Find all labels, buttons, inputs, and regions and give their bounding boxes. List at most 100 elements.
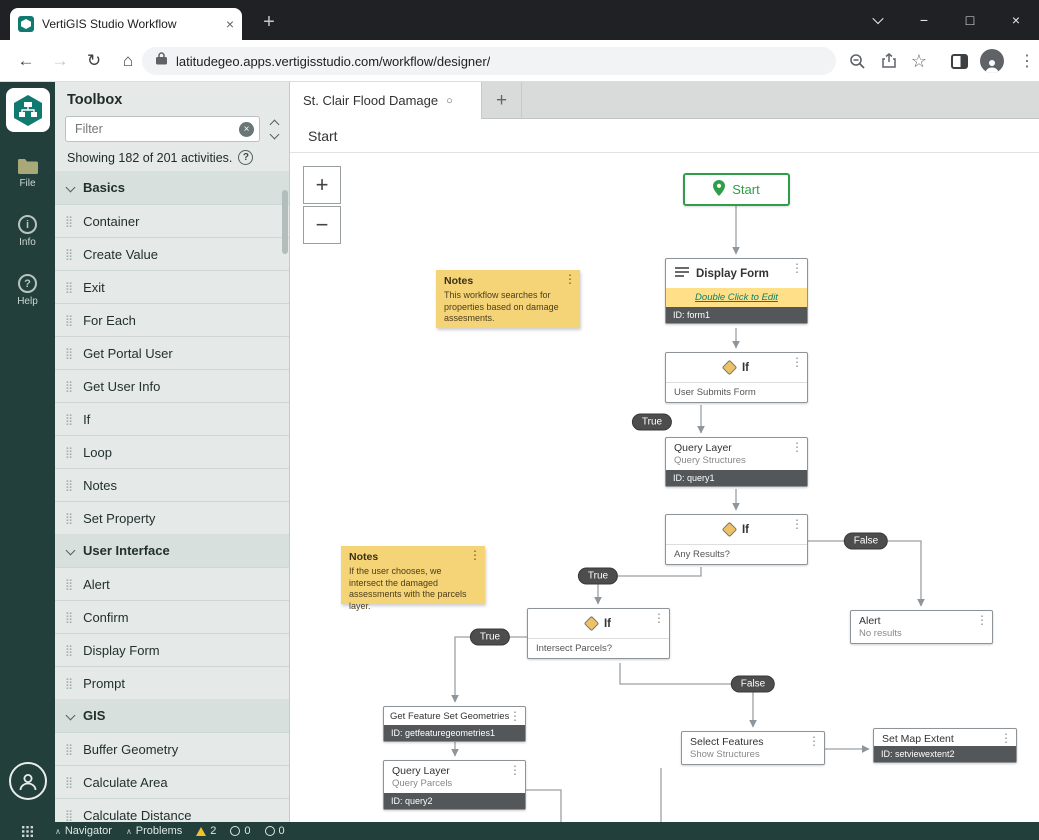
clear-filter-icon[interactable]: × bbox=[239, 122, 254, 137]
node-select-features[interactable]: Select Features⋮ Show Structures bbox=[681, 731, 825, 765]
node-display-form[interactable]: Display Form ⋮ Double Click to Edit ID: … bbox=[665, 258, 808, 324]
node-query-structures[interactable]: Query Layer⋮ Query Structures ID: query1 bbox=[665, 437, 808, 487]
toolbox-item-create-value[interactable]: ⣿Create Value bbox=[55, 237, 289, 270]
edge-label-true: True bbox=[578, 568, 618, 585]
node-menu-kebab-icon[interactable]: ⋮ bbox=[791, 355, 803, 369]
node-if-intersect-parcels[interactable]: If ⋮ Intersect Parcels? bbox=[527, 608, 670, 659]
breadcrumb[interactable]: Start bbox=[290, 119, 1039, 153]
forward-button[interactable]: → bbox=[48, 49, 72, 73]
node-query-parcels[interactable]: Query Layer⋮ Query Parcels ID: query2 bbox=[383, 760, 526, 810]
toolbox-item-calculate-distance[interactable]: ⣿Calculate Distance bbox=[55, 798, 289, 822]
double-click-edit-hint[interactable]: Double Click to Edit bbox=[666, 288, 807, 307]
toolbox-title: Toolbox bbox=[55, 82, 289, 114]
toolbox-item-buffer-geometry[interactable]: ⣿Buffer Geometry bbox=[55, 732, 289, 765]
side-panel-icon[interactable] bbox=[948, 50, 970, 72]
tab-search-chevron-icon[interactable] bbox=[855, 0, 901, 40]
node-set-map-extent[interactable]: Set Map Extent⋮ ID: setviewextent2 bbox=[873, 728, 1017, 763]
node-menu-kebab-icon[interactable]: ⋮ bbox=[653, 611, 665, 625]
problems-toggle[interactable]: ∧ Problems bbox=[126, 825, 182, 837]
toolbox-item-exit[interactable]: ⣿Exit bbox=[55, 270, 289, 303]
window-close-button[interactable]: × bbox=[993, 0, 1039, 40]
browser-tab-strip: VertiGIS Studio Workflow × + − □ × bbox=[0, 0, 1039, 40]
node-alert[interactable]: Alert⋮ No results bbox=[850, 610, 993, 644]
problems-label: Problems bbox=[136, 825, 182, 837]
toolbox-section-user-interface[interactable]: User Interface bbox=[55, 534, 289, 567]
node-menu-kebab-icon[interactable]: ⋮ bbox=[791, 261, 803, 275]
node-menu-kebab-icon[interactable]: ⋮ bbox=[791, 517, 803, 531]
profile-avatar[interactable] bbox=[980, 49, 1004, 73]
reload-button[interactable]: ↻ bbox=[82, 49, 106, 73]
chevron-up-icon bbox=[269, 119, 279, 129]
node-menu-kebab-icon[interactable]: ⋮ bbox=[564, 272, 576, 286]
node-if-any-results[interactable]: If ⋮ Any Results? bbox=[665, 514, 808, 565]
toolbox-item-label: Display Form bbox=[83, 643, 160, 658]
help-icon[interactable]: ? bbox=[238, 150, 253, 165]
form-icon bbox=[675, 266, 689, 281]
toolbox-item-alert[interactable]: ⣿Alert bbox=[55, 567, 289, 600]
toolbox-item-get-portal-user[interactable]: ⣿Get Portal User bbox=[55, 336, 289, 369]
browser-menu-kebab-icon[interactable]: ⋮ bbox=[1016, 50, 1038, 72]
toolbox-item-for-each[interactable]: ⣿For Each bbox=[55, 303, 289, 336]
expand-collapse-all-toggle[interactable] bbox=[267, 121, 281, 138]
window-maximize-button[interactable]: □ bbox=[947, 0, 993, 40]
new-workflow-tab-button[interactable]: + bbox=[482, 82, 522, 119]
back-button[interactable]: ← bbox=[14, 49, 38, 73]
sidebar-item-help[interactable]: ? Help bbox=[0, 274, 55, 307]
chevron-down-icon bbox=[66, 711, 76, 721]
toolbox-item-loop[interactable]: ⣿Loop bbox=[55, 435, 289, 468]
toolbox-item-label: Notes bbox=[83, 478, 117, 493]
user-avatar-icon[interactable] bbox=[9, 762, 47, 800]
toolbox-item-get-user-info[interactable]: ⣿Get User Info bbox=[55, 369, 289, 402]
tab-close-icon[interactable]: × bbox=[226, 17, 234, 31]
design-canvas[interactable]: + − Start Display Form ⋮ Double Click t bbox=[290, 153, 1039, 822]
node-subtitle: No results bbox=[851, 628, 992, 643]
toolbox-item-if[interactable]: ⣿If bbox=[55, 402, 289, 435]
node-menu-kebab-icon[interactable]: ⋮ bbox=[976, 613, 988, 627]
sticky-note[interactable]: ⋮ Notes This workflow searches for prope… bbox=[436, 270, 580, 328]
node-menu-kebab-icon[interactable]: ⋮ bbox=[509, 709, 521, 723]
node-menu-kebab-icon[interactable]: ⋮ bbox=[1000, 731, 1012, 745]
browser-tab[interactable]: VertiGIS Studio Workflow × bbox=[10, 8, 242, 40]
toolbox-item-calculate-area[interactable]: ⣿Calculate Area bbox=[55, 765, 289, 798]
node-start[interactable]: Start bbox=[683, 173, 790, 206]
toolbox-scrollbar[interactable] bbox=[282, 190, 288, 254]
sidebar-item-info[interactable]: i Info bbox=[0, 215, 55, 248]
warning-indicator[interactable]: 2 bbox=[196, 825, 216, 837]
error-indicator[interactable]: 0 bbox=[230, 825, 250, 837]
info-indicator[interactable]: 0 bbox=[265, 825, 285, 837]
node-get-feature-set-geometries[interactable]: Get Feature Set Geometries⋮ ID: getfeatu… bbox=[383, 706, 526, 742]
node-menu-kebab-icon[interactable]: ⋮ bbox=[808, 734, 820, 748]
node-menu-kebab-icon[interactable]: ⋮ bbox=[509, 763, 521, 777]
vertigis-logo[interactable] bbox=[6, 88, 50, 132]
toolbox-section-gis[interactable]: GIS bbox=[55, 699, 289, 732]
chevron-down-icon bbox=[66, 546, 76, 556]
node-menu-kebab-icon[interactable]: ⋮ bbox=[469, 548, 481, 562]
toolbox-section-basics[interactable]: Basics bbox=[55, 171, 289, 204]
bookmark-star-icon[interactable]: ☆ bbox=[908, 50, 930, 72]
sticky-note[interactable]: ⋮ Notes If the user chooses, we intersec… bbox=[341, 546, 485, 604]
toolbox-item-notes[interactable]: ⣿Notes bbox=[55, 468, 289, 501]
toolbox-item-display-form[interactable]: ⣿Display Form bbox=[55, 633, 289, 666]
address-bar[interactable]: latitudegeo.apps.vertigisstudio.com/work… bbox=[142, 47, 836, 75]
zoom-out-button[interactable]: − bbox=[303, 206, 341, 244]
toolbox-item-label: Get User Info bbox=[83, 379, 160, 394]
navigator-toggle[interactable]: ∧ Navigator bbox=[55, 825, 112, 837]
toolbox-item-confirm[interactable]: ⣿Confirm bbox=[55, 600, 289, 633]
node-title: If bbox=[742, 362, 749, 374]
sidebar-item-file[interactable]: File bbox=[0, 158, 55, 189]
zoom-icon[interactable] bbox=[846, 50, 868, 72]
toolbox-item-prompt[interactable]: ⣿Prompt bbox=[55, 666, 289, 699]
toolbox-item-container[interactable]: ⣿Container bbox=[55, 204, 289, 237]
document-tab[interactable]: St. Clair Flood Damage ○ bbox=[290, 82, 482, 119]
apps-grid-icon[interactable] bbox=[0, 826, 55, 837]
filter-input[interactable] bbox=[65, 116, 260, 142]
toolbox-item-set-property[interactable]: ⣿Set Property bbox=[55, 501, 289, 534]
node-if-user-submits[interactable]: If ⋮ User Submits Form bbox=[665, 352, 808, 403]
zoom-in-button[interactable]: + bbox=[303, 166, 341, 204]
home-button[interactable]: ⌂ bbox=[116, 49, 140, 73]
window-minimize-button[interactable]: − bbox=[901, 0, 947, 40]
window-controls: − □ × bbox=[855, 0, 1039, 40]
node-menu-kebab-icon[interactable]: ⋮ bbox=[791, 440, 803, 454]
share-icon[interactable] bbox=[878, 50, 900, 72]
new-tab-button[interactable]: + bbox=[254, 8, 284, 36]
